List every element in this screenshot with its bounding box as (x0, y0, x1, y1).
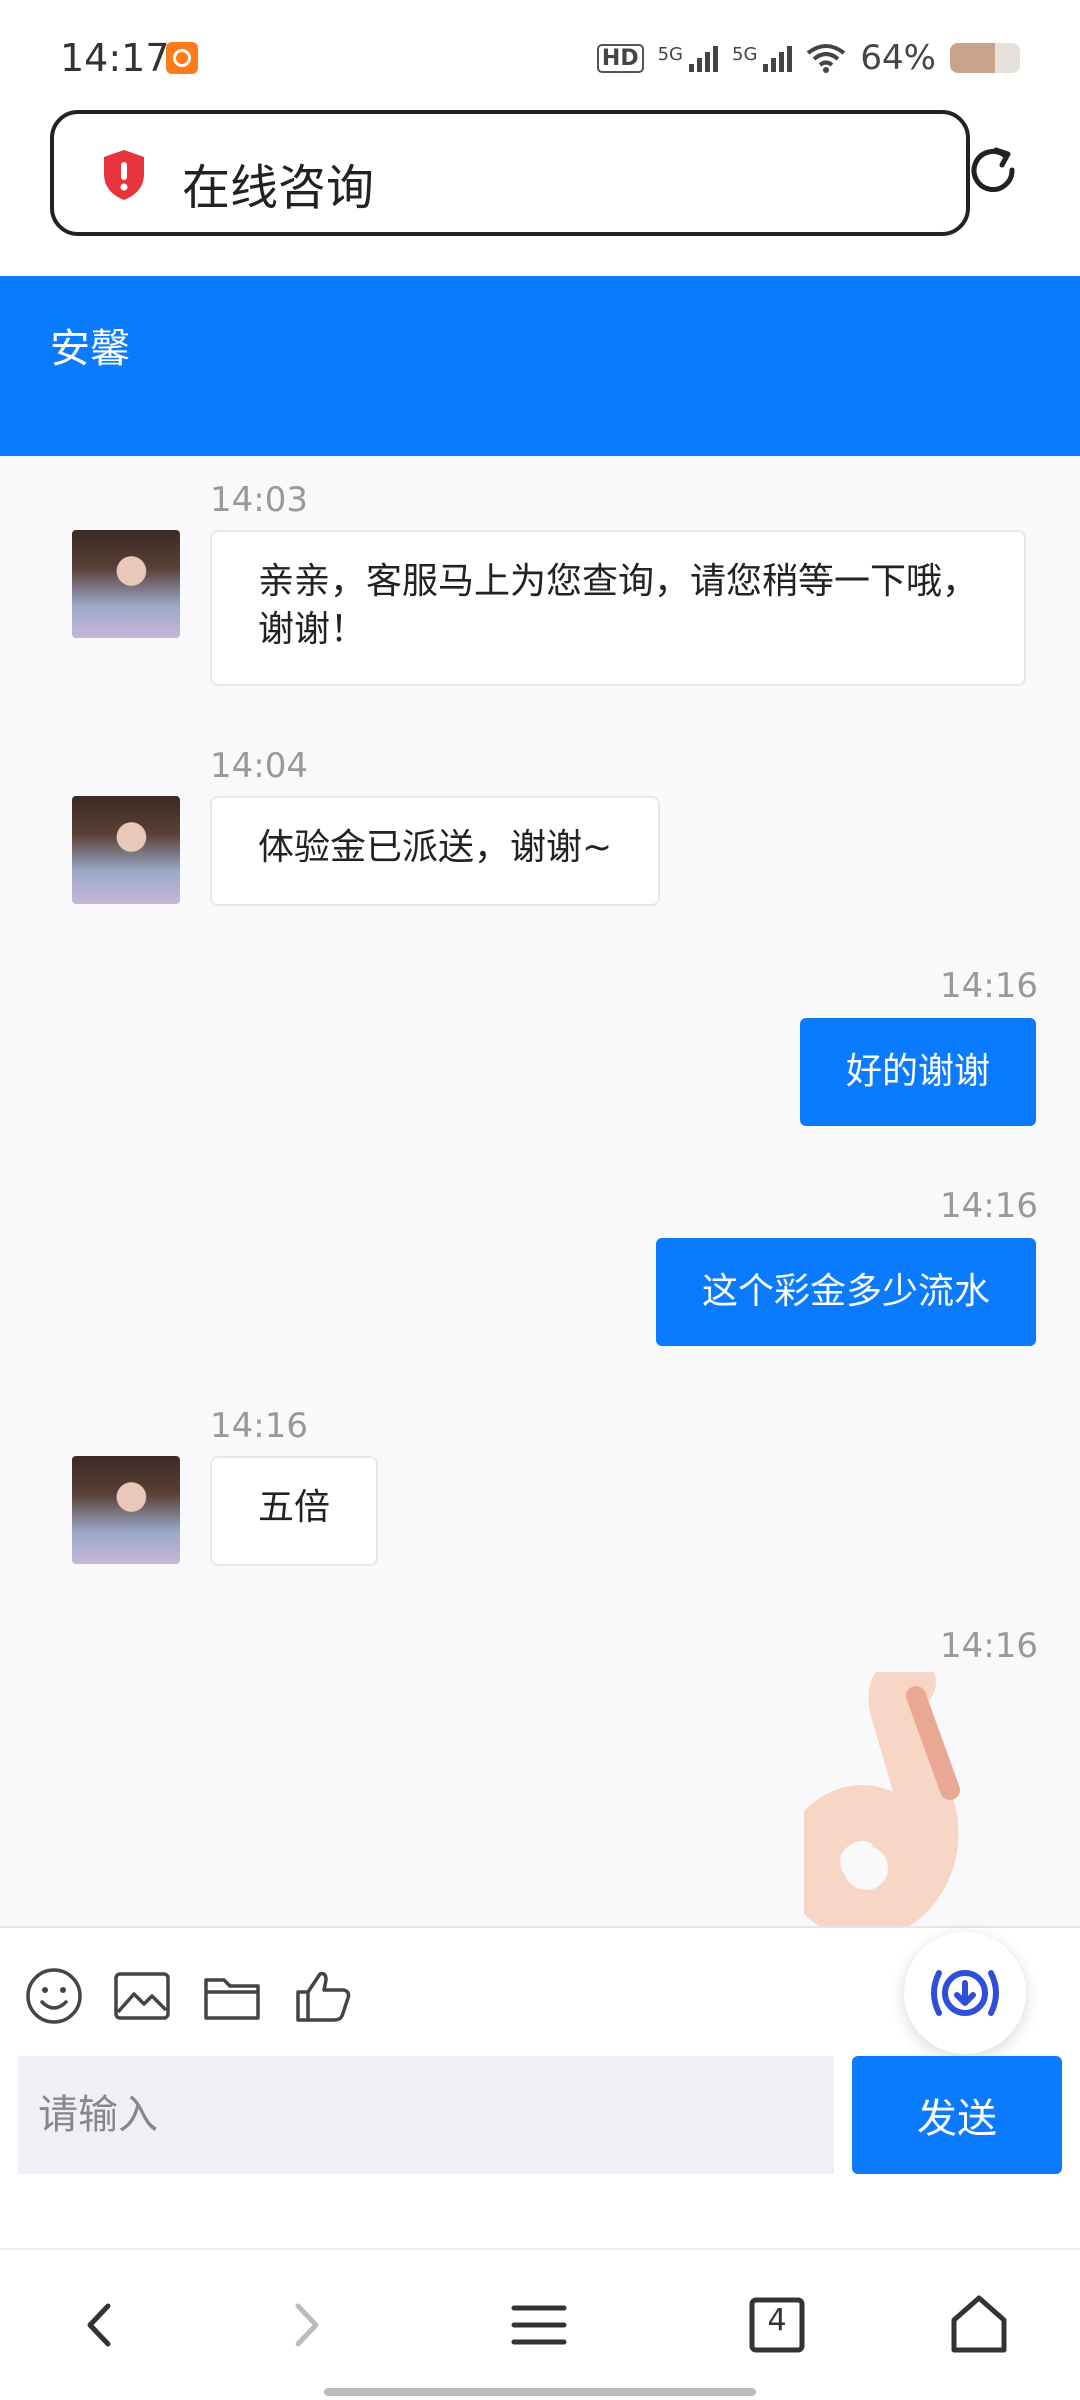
shield-warning-icon (104, 150, 144, 200)
voice-download-icon (931, 1970, 999, 2016)
network-2-label: 5G (732, 44, 758, 65)
message-bubble-outgoing: 这个彩金多少流水 (655, 1238, 1036, 1346)
home-indicator (324, 2388, 756, 2396)
address-bar[interactable]: 在线咨询 (50, 110, 970, 236)
message-bubble-incoming: 亲亲，客服马上为您查询，请您稍等一下哦，谢谢！ (210, 530, 1026, 686)
tab-count: 4 (767, 2303, 787, 2338)
folder-icon[interactable] (202, 1966, 262, 2026)
signal-2-icon: 5G (732, 44, 793, 72)
battery-fill (950, 43, 995, 73)
menu-icon[interactable] (504, 2290, 574, 2360)
voice-button[interactable] (904, 1932, 1026, 2054)
page-title: 在线咨询 (182, 160, 375, 216)
forward-icon[interactable] (270, 2290, 340, 2360)
message-timestamp: 14:16 (940, 1626, 1038, 1666)
agent-name: 安馨 (50, 326, 130, 372)
message-bubble-incoming: 体验金已派送，谢谢~ (210, 796, 661, 906)
home-icon[interactable] (944, 2290, 1014, 2360)
agent-avatar (72, 796, 180, 904)
status-time: 14:17 (60, 36, 170, 80)
message-timestamp: 14:03 (210, 480, 308, 520)
chat-header: 安馨 (0, 276, 1080, 456)
app-notification-icon (166, 42, 198, 74)
agent-avatar (72, 1456, 180, 1564)
wifi-icon (807, 44, 846, 73)
hd-icon: HD (596, 43, 644, 73)
nav-divider (0, 2248, 1080, 2250)
status-bar: 14:17 HD 5G 5G 64% (0, 0, 1080, 100)
message-timestamp: 14:16 (940, 966, 1038, 1006)
reload-icon[interactable] (966, 144, 1022, 200)
back-icon[interactable] (66, 2290, 136, 2360)
message-bubble-outgoing: 好的谢谢 (799, 1018, 1036, 1126)
send-button[interactable]: 发送 (852, 2056, 1062, 2174)
message-bubble-incoming: 五倍 (210, 1456, 379, 1566)
input-divider (0, 1926, 1080, 1928)
message-timestamp: 14:16 (210, 1406, 308, 1446)
thumbs-up-icon[interactable] (294, 1966, 354, 2026)
status-indicators: HD 5G 5G 64% (596, 38, 1020, 78)
battery-percent: 64% (860, 38, 936, 78)
agent-avatar (72, 530, 180, 638)
message-input[interactable] (18, 2056, 834, 2174)
signal-1-icon: 5G (657, 44, 719, 72)
ok-hand-icon (804, 1672, 960, 1926)
tabs-button[interactable]: 4 (742, 2290, 812, 2360)
emoji-icon[interactable] (24, 1966, 84, 2026)
battery-icon (950, 43, 1020, 73)
message-timestamp: 14:16 (940, 1186, 1038, 1226)
chat-area[interactable]: 14:03 亲亲，客服马上为您查询，请您稍等一下哦，谢谢！ 14:04 体验金已… (0, 456, 1080, 1926)
message-timestamp: 14:04 (210, 746, 308, 786)
network-1-label: 5G (657, 44, 684, 65)
image-icon[interactable] (112, 1966, 172, 2026)
